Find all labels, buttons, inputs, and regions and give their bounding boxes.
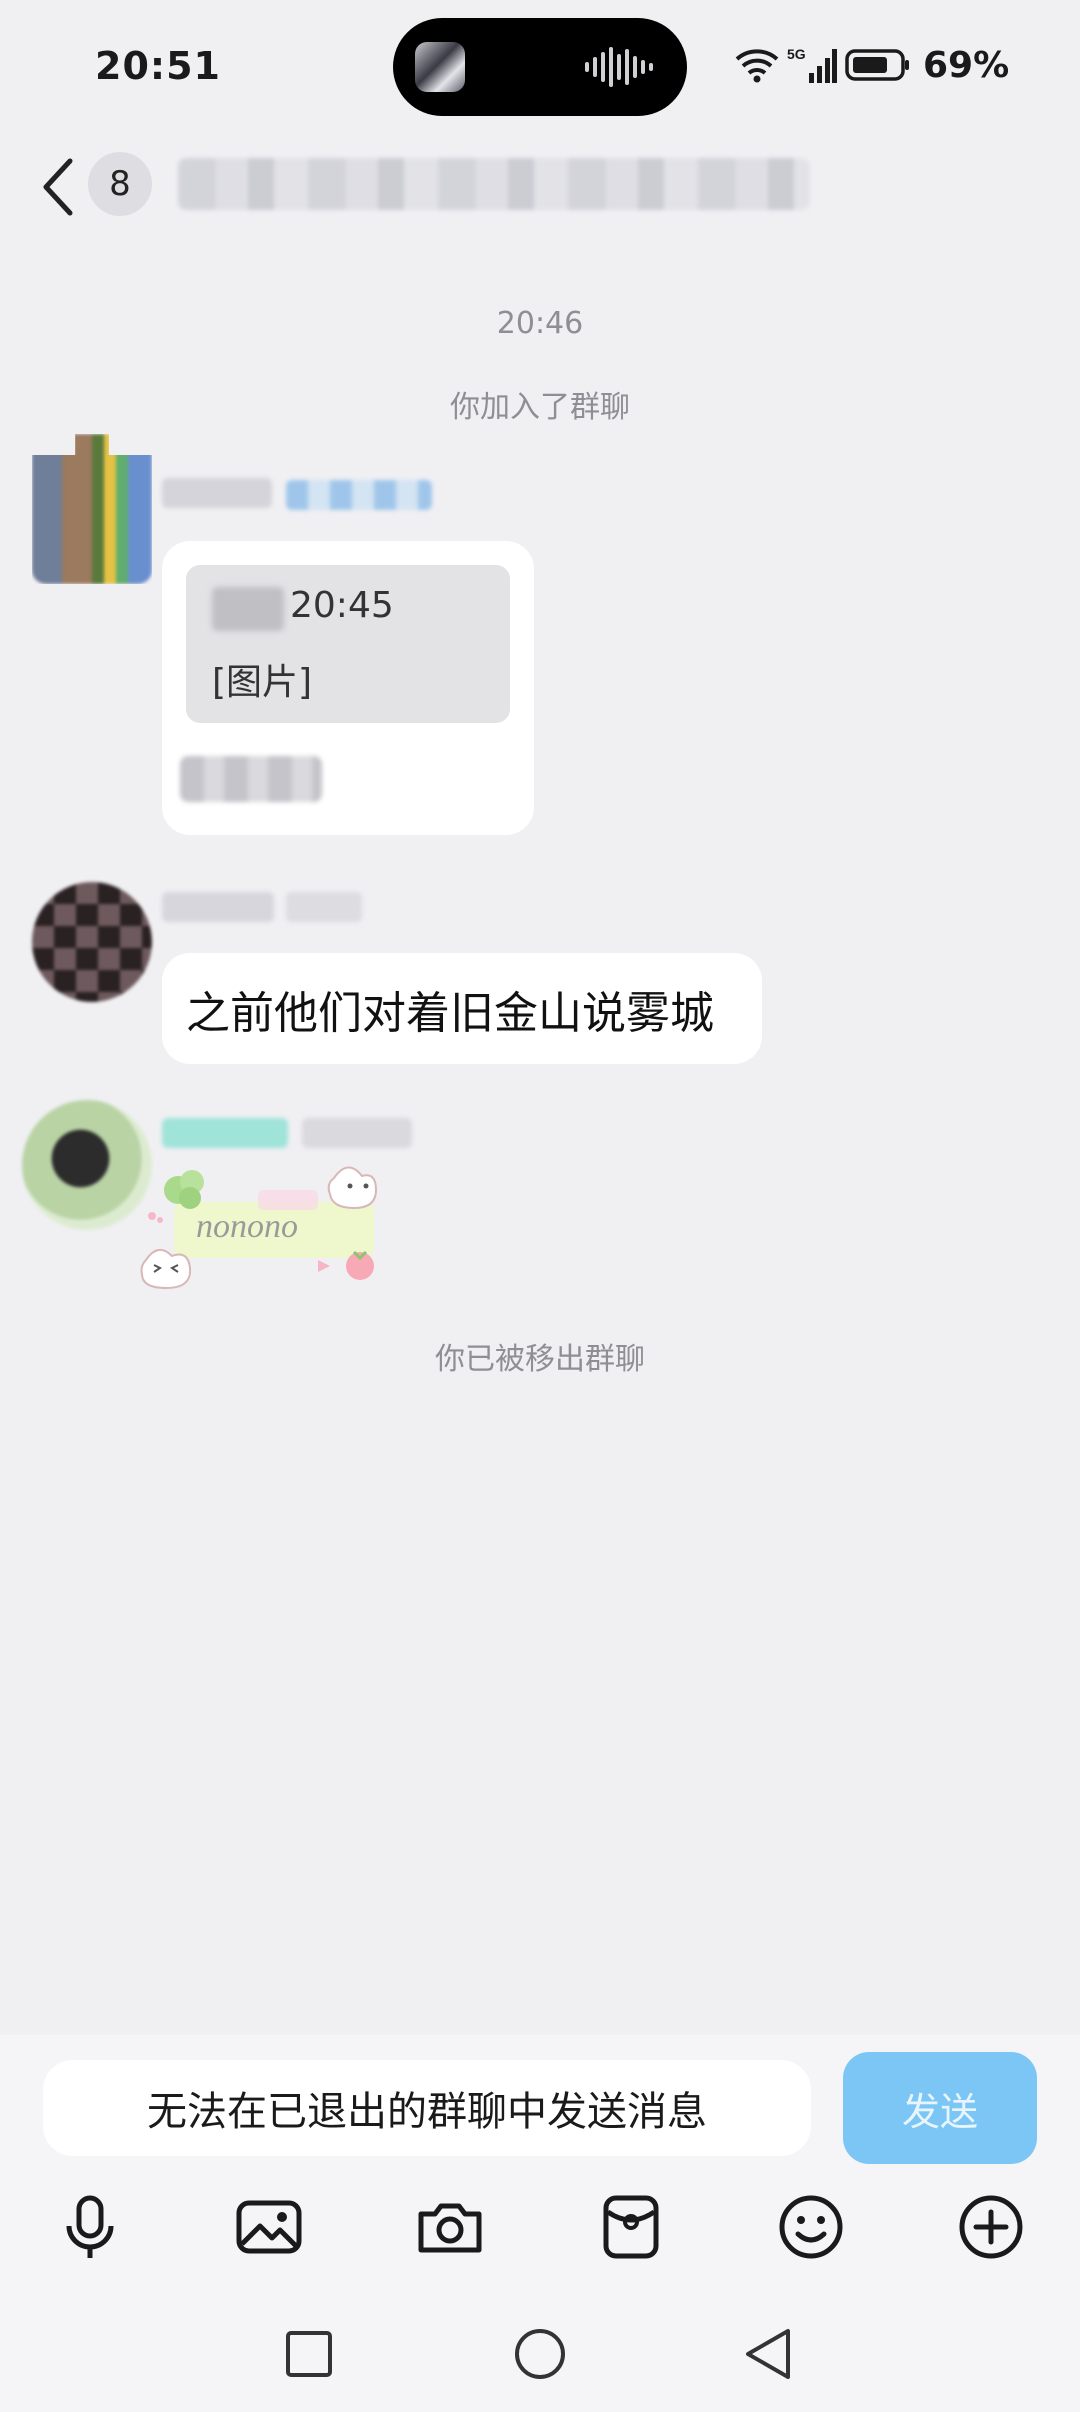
back-triangle-icon[interactable] bbox=[740, 2325, 798, 2383]
wifi-icon bbox=[735, 49, 779, 83]
message-timestamp: 20:46 bbox=[496, 306, 584, 341]
send-label: 发送 bbox=[901, 2089, 978, 2134]
dynamic-island[interactable] bbox=[393, 18, 687, 116]
media-thumbnail bbox=[415, 42, 465, 92]
emoji-icon[interactable] bbox=[776, 2192, 846, 2262]
plus-icon[interactable] bbox=[956, 2192, 1026, 2262]
avatar[interactable] bbox=[22, 1100, 152, 1230]
image-icon[interactable] bbox=[234, 2192, 304, 2262]
forwarded-card[interactable]: 20:45 [图片] bbox=[186, 565, 510, 723]
chat-title-redacted bbox=[178, 158, 810, 210]
status-time: 20:51 bbox=[95, 44, 221, 88]
removed-notice: 你已被移出群聊 bbox=[435, 1342, 645, 1377]
sticker[interactable]: nonono bbox=[138, 1160, 408, 1300]
audio-wave-icon bbox=[585, 47, 653, 87]
input-disabled-text: 无法在已退出的群聊中发送消息 bbox=[147, 2089, 707, 2135]
message-text: 之前他们对着旧金山说雾城 bbox=[186, 987, 714, 1039]
red-packet-icon[interactable] bbox=[596, 2192, 666, 2262]
home-circle-icon[interactable] bbox=[511, 2325, 569, 2383]
forward-sender-redacted bbox=[212, 587, 284, 631]
forward-footer-redacted bbox=[180, 756, 322, 802]
message-input[interactable]: 无法在已退出的群聊中发送消息 bbox=[43, 2060, 811, 2156]
sender-tag-redacted bbox=[286, 892, 362, 922]
signal-icon: 5G bbox=[787, 46, 837, 83]
send-button[interactable]: 发送 bbox=[843, 2052, 1037, 2164]
forward-time: 20:45 bbox=[290, 585, 394, 626]
sender-name-redacted bbox=[162, 478, 272, 508]
forward-image-label: [图片] bbox=[212, 662, 313, 703]
sticker-text: nonono bbox=[196, 1208, 298, 1245]
member-count-badge[interactable]: 8 bbox=[88, 152, 152, 216]
avatar[interactable] bbox=[32, 882, 152, 1002]
back-chevron-icon[interactable] bbox=[38, 155, 78, 219]
camera-icon[interactable] bbox=[415, 2192, 485, 2262]
sender-tag-redacted bbox=[302, 1118, 412, 1148]
status-indicators: 5G 69% bbox=[735, 40, 1009, 90]
network-label: 5G bbox=[787, 46, 806, 62]
join-notice: 你加入了群聊 bbox=[450, 390, 630, 425]
sender-name-redacted bbox=[162, 1118, 288, 1148]
avatar[interactable] bbox=[32, 434, 152, 584]
message-bubble[interactable]: 之前他们对着旧金山说雾城 bbox=[162, 953, 762, 1064]
sender-tag-redacted bbox=[286, 480, 432, 510]
sender-name-redacted bbox=[162, 892, 274, 922]
battery-icon bbox=[845, 49, 909, 81]
mic-icon[interactable] bbox=[55, 2192, 125, 2262]
battery-percentage: 69% bbox=[923, 44, 1010, 86]
recents-square-icon[interactable] bbox=[280, 2325, 338, 2383]
